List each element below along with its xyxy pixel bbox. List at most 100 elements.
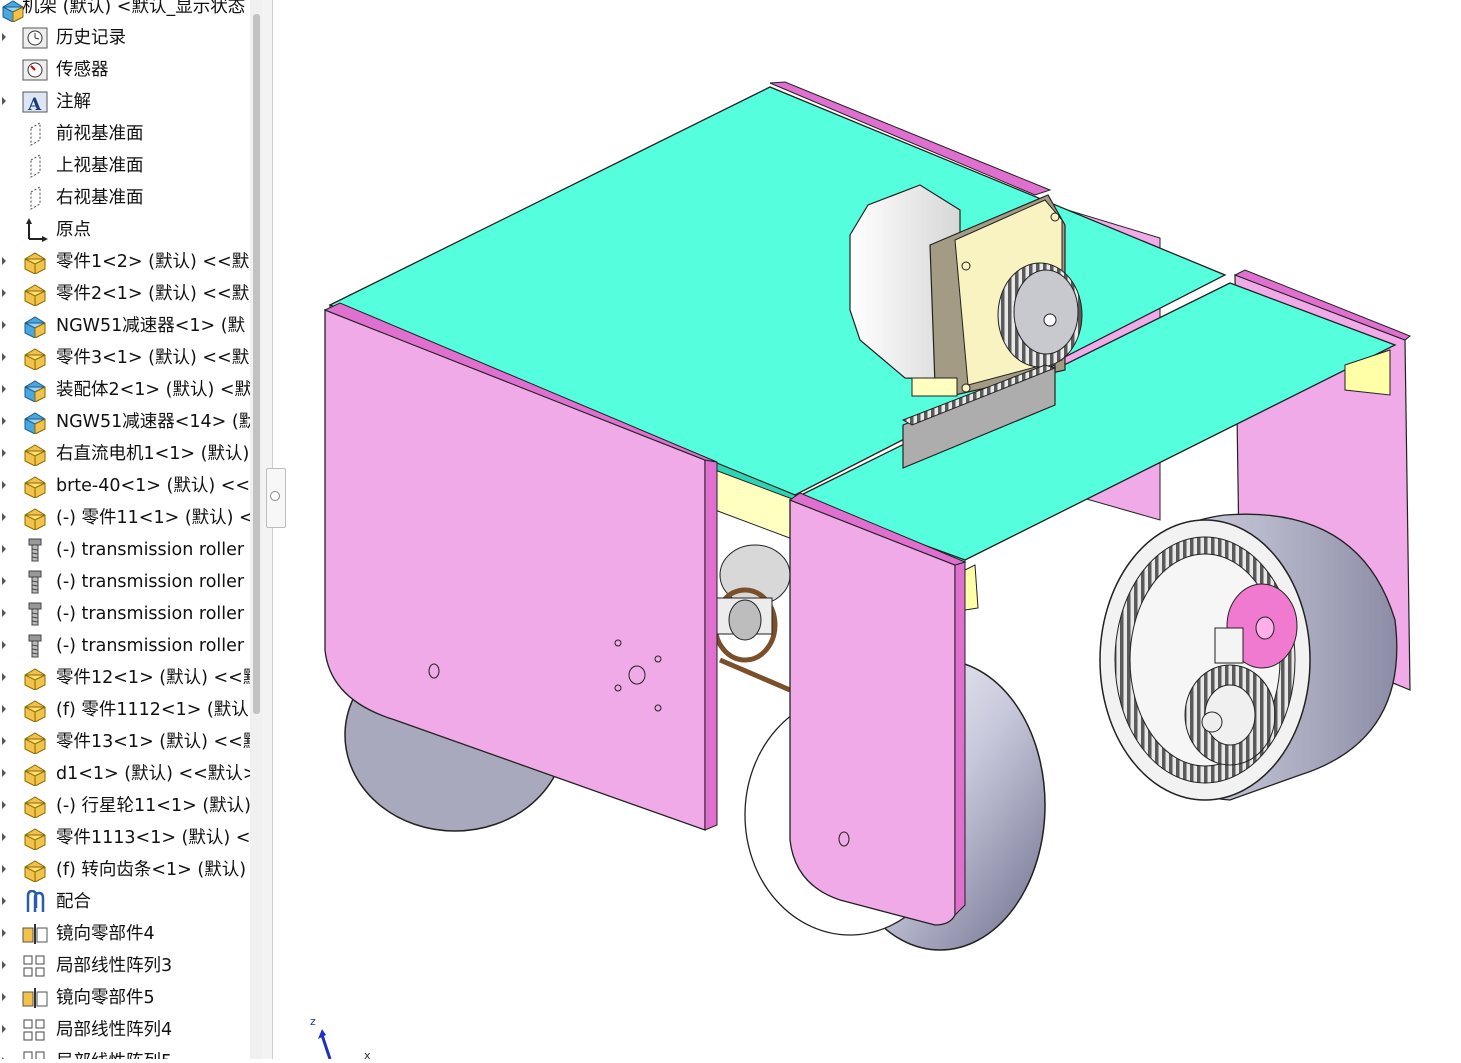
tree-item[interactable]: 零件12<1> (默认) <<默 xyxy=(0,662,250,694)
part-icon xyxy=(22,698,48,723)
expand-arrow-icon[interactable] xyxy=(2,481,6,489)
tree-item[interactable]: 局部线性阵列5 xyxy=(0,1046,250,1059)
tree-item[interactable]: NGW51减速器<14> (默 xyxy=(0,406,250,438)
tree-item-label: 镜向零部件4 xyxy=(56,924,155,944)
tree-item[interactable]: 镜向零部件4 xyxy=(0,918,250,950)
front-right-side-plate xyxy=(788,492,967,926)
tree-item[interactable]: brte-40<1> (默认) << xyxy=(0,470,250,502)
assembly-icon xyxy=(22,314,48,339)
belt-drive xyxy=(711,544,791,693)
tree-item-label: (-) transmission roller xyxy=(56,540,245,560)
tree-item[interactable]: (-) transmission roller xyxy=(0,630,250,662)
tree-item-label: 零件1113<1> (默认) < xyxy=(56,828,250,848)
tree-item[interactable]: (-) 零件11<1> (默认) < xyxy=(0,502,250,534)
3d-graphics-area[interactable] xyxy=(273,0,1461,1059)
tree-item[interactable]: 装配体2<1> (默认) <默 xyxy=(0,374,250,406)
tree-item[interactable]: (-) 行星轮11<1> (默认) xyxy=(0,790,250,822)
tree-item[interactable]: 零件1<2> (默认) <<默 xyxy=(0,246,250,278)
tree-item-label: 零件12<1> (默认) <<默 xyxy=(56,668,250,688)
tree-item[interactable]: 历史记录 xyxy=(0,22,250,54)
tree-item-label: 零件13<1> (默认) <<默 xyxy=(56,732,250,752)
expand-arrow-icon[interactable] xyxy=(2,673,6,681)
expand-arrow-icon[interactable] xyxy=(2,865,6,873)
tree-item-label: 注解 xyxy=(56,92,91,112)
expand-arrow-icon[interactable] xyxy=(2,705,6,713)
expand-arrow-icon[interactable] xyxy=(2,769,6,777)
tree-item-label: 镜向零部件5 xyxy=(56,988,155,1008)
bolt-icon xyxy=(22,538,48,562)
tree-item[interactable]: 零件1113<1> (默认) < xyxy=(0,822,250,854)
tree-scrollbar-thumb[interactable] xyxy=(253,14,260,714)
tree-item[interactable]: (f) 转向齿条<1> (默认) xyxy=(0,854,250,886)
expand-arrow-icon[interactable] xyxy=(2,993,6,1001)
tree-item-label: 装配体2<1> (默认) <默 xyxy=(56,380,250,400)
pattern-icon xyxy=(22,1018,48,1042)
tree-item[interactable]: 配合 xyxy=(0,886,250,918)
expand-arrow-icon[interactable] xyxy=(2,833,6,841)
part-icon xyxy=(22,250,48,275)
robot-chassis-model xyxy=(323,81,1411,951)
expand-arrow-icon[interactable] xyxy=(2,737,6,745)
tree-item[interactable]: A 注解 xyxy=(0,86,250,118)
expand-arrow-icon[interactable] xyxy=(2,353,6,361)
tree-item-label: NGW51减速器<14> (默 xyxy=(56,412,250,432)
mates-icon xyxy=(22,889,48,914)
tree-item[interactable]: 传感器 xyxy=(0,54,250,86)
tree-item[interactable]: 右直流电机1<1> (默认) xyxy=(0,438,250,470)
tree-item[interactable]: d1<1> (默认) <<默认> xyxy=(0,758,250,790)
panel-divider[interactable] xyxy=(262,0,273,1059)
mirror-icon xyxy=(22,986,48,1010)
bolt-icon xyxy=(22,634,48,658)
expand-arrow-icon[interactable] xyxy=(2,513,6,521)
tree-item[interactable]: 右视基准面 xyxy=(0,182,250,214)
tree-root-label: 机架 (默认) <默认_显示状态 xyxy=(22,0,246,17)
tree-item[interactable]: 零件2<1> (默认) <<默 xyxy=(0,278,250,310)
tree-item[interactable]: NGW51减速器<1> (默 xyxy=(0,310,250,342)
tree-item-label: (-) 零件11<1> (默认) < xyxy=(56,508,250,528)
tree-item-label: 前视基准面 xyxy=(56,124,144,144)
tree-item-label: 零件1<2> (默认) <<默 xyxy=(56,252,250,272)
expand-arrow-icon[interactable] xyxy=(2,385,6,393)
expand-arrow-icon[interactable] xyxy=(2,449,6,457)
part-icon xyxy=(22,762,48,787)
tree-item[interactable]: 镜向零部件5 xyxy=(0,982,250,1014)
expand-arrow-icon[interactable] xyxy=(2,641,6,649)
expand-arrow-icon[interactable] xyxy=(2,289,6,297)
tree-item[interactable]: (-) transmission roller xyxy=(0,534,250,566)
tree-item-label: 传感器 xyxy=(56,60,109,80)
expand-arrow-icon[interactable] xyxy=(2,929,6,937)
expand-arrow-icon[interactable] xyxy=(2,897,6,905)
tree-item[interactable]: 局部线性阵列4 xyxy=(0,1014,250,1046)
part-icon xyxy=(22,506,48,531)
tree-item[interactable]: 零件3<1> (默认) <<默 xyxy=(0,342,250,374)
expand-arrow-icon[interactable] xyxy=(2,1025,6,1033)
tree-item[interactable]: (f) 零件1112<1> (默认) xyxy=(0,694,250,726)
tree-item[interactable]: 原点 xyxy=(0,214,250,246)
assembly-icon xyxy=(22,378,48,403)
tree-item[interactable]: 前视基准面 xyxy=(0,118,250,150)
tree-item[interactable]: 局部线性阵列3 xyxy=(0,950,250,982)
expand-arrow-icon[interactable] xyxy=(2,961,6,969)
tree-item[interactable]: 上视基准面 xyxy=(0,150,250,182)
tree-item[interactable]: (-) transmission roller xyxy=(0,598,250,630)
pattern-icon xyxy=(22,1050,48,1059)
sensor-icon xyxy=(22,58,48,82)
part-icon xyxy=(22,282,48,307)
tree-item[interactable]: (-) transmission roller xyxy=(0,566,250,598)
expand-arrow-icon[interactable] xyxy=(2,609,6,617)
tree-item-label: 零件2<1> (默认) <<默 xyxy=(56,284,250,304)
expand-arrow-icon[interactable] xyxy=(2,417,6,425)
tree-item-label: (-) transmission roller xyxy=(56,604,245,624)
part-icon xyxy=(22,346,48,371)
tree-item[interactable]: 零件13<1> (默认) <<默 xyxy=(0,726,250,758)
expand-arrow-icon[interactable] xyxy=(2,577,6,585)
expand-arrow-icon[interactable] xyxy=(2,801,6,809)
tree-root-assembly[interactable]: 机架 (默认) <默认_显示状态 xyxy=(0,0,250,24)
expand-arrow-icon[interactable] xyxy=(2,321,6,329)
expand-arrow-icon[interactable] xyxy=(2,33,6,41)
expand-arrow-icon[interactable] xyxy=(2,545,6,553)
tree-item-label: 零件3<1> (默认) <<默 xyxy=(56,348,250,368)
tree-item-label: 原点 xyxy=(56,220,91,240)
expand-arrow-icon[interactable] xyxy=(2,97,6,105)
expand-arrow-icon[interactable] xyxy=(2,257,6,265)
